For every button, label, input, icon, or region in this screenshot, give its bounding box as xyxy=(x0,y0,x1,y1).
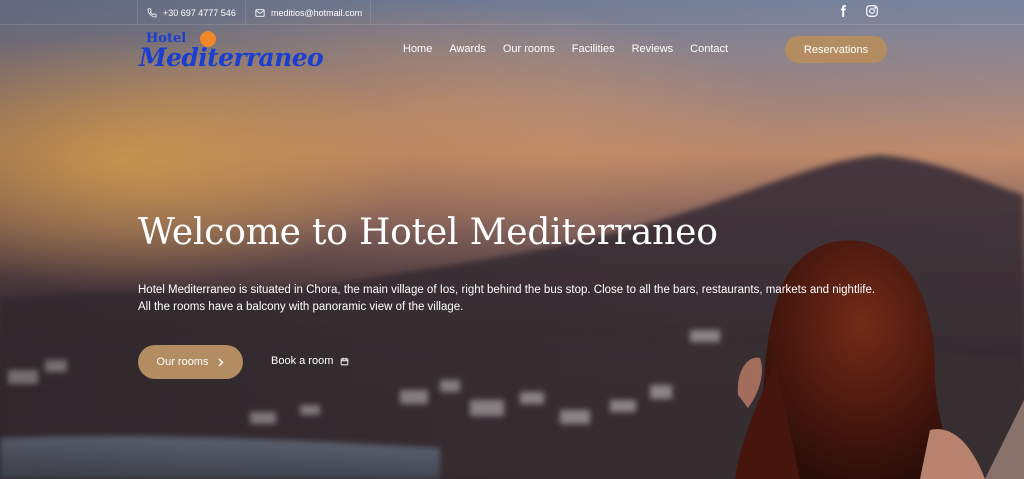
logo-main-text: Mediterraneo xyxy=(138,43,323,72)
facebook-icon[interactable] xyxy=(836,3,850,17)
nav-item-home[interactable]: Home xyxy=(403,43,432,55)
email-contact[interactable]: meditios@hotmail.com xyxy=(255,5,362,20)
main-nav: Home Awards Our rooms Facilities Reviews… xyxy=(403,43,745,55)
book-a-room-label: Book a room xyxy=(271,355,334,367)
hotel-logo[interactable]: Hotel Mediterraneo xyxy=(138,28,328,73)
email-address: meditios@hotmail.com xyxy=(271,7,363,18)
topbar-divider xyxy=(370,0,371,25)
topbar-divider xyxy=(137,0,138,25)
our-rooms-button[interactable]: Our rooms xyxy=(138,345,243,379)
book-a-room-link[interactable]: Book a room xyxy=(271,355,349,367)
nav-item-our-rooms[interactable]: Our rooms xyxy=(503,43,555,55)
topbar-divider xyxy=(245,0,246,25)
hero-description-line: Hotel Mediterraneo is situated in Chora,… xyxy=(138,284,876,296)
hero-description-line: All the rooms have a balcony with panora… xyxy=(138,301,464,313)
mail-icon xyxy=(255,8,265,17)
phone-contact[interactable]: +30 697 4777 546 xyxy=(147,5,236,20)
phone-number: +30 697 4777 546 xyxy=(163,7,236,18)
nav-item-contact[interactable]: Contact xyxy=(690,43,728,55)
reservations-button[interactable]: Reservations xyxy=(785,36,887,63)
nav-item-facilities[interactable]: Facilities xyxy=(572,43,615,55)
hero-description: Hotel Mediterraneo is situated in Chora,… xyxy=(138,282,898,316)
nav-item-reviews[interactable]: Reviews xyxy=(632,43,674,55)
calendar-icon xyxy=(341,357,349,365)
hero-title: Welcome to Hotel Mediterraneo xyxy=(138,212,718,253)
hero-section: +30 697 4777 546 meditios@hotmail.com Ho… xyxy=(0,0,1024,479)
top-contact-bar: +30 697 4777 546 meditios@hotmail.com xyxy=(0,0,1024,25)
our-rooms-label: Our rooms xyxy=(156,356,209,368)
chevron-right-icon xyxy=(218,358,224,366)
nav-item-awards[interactable]: Awards xyxy=(449,43,485,55)
instagram-icon[interactable] xyxy=(865,3,879,17)
phone-icon xyxy=(147,7,157,18)
